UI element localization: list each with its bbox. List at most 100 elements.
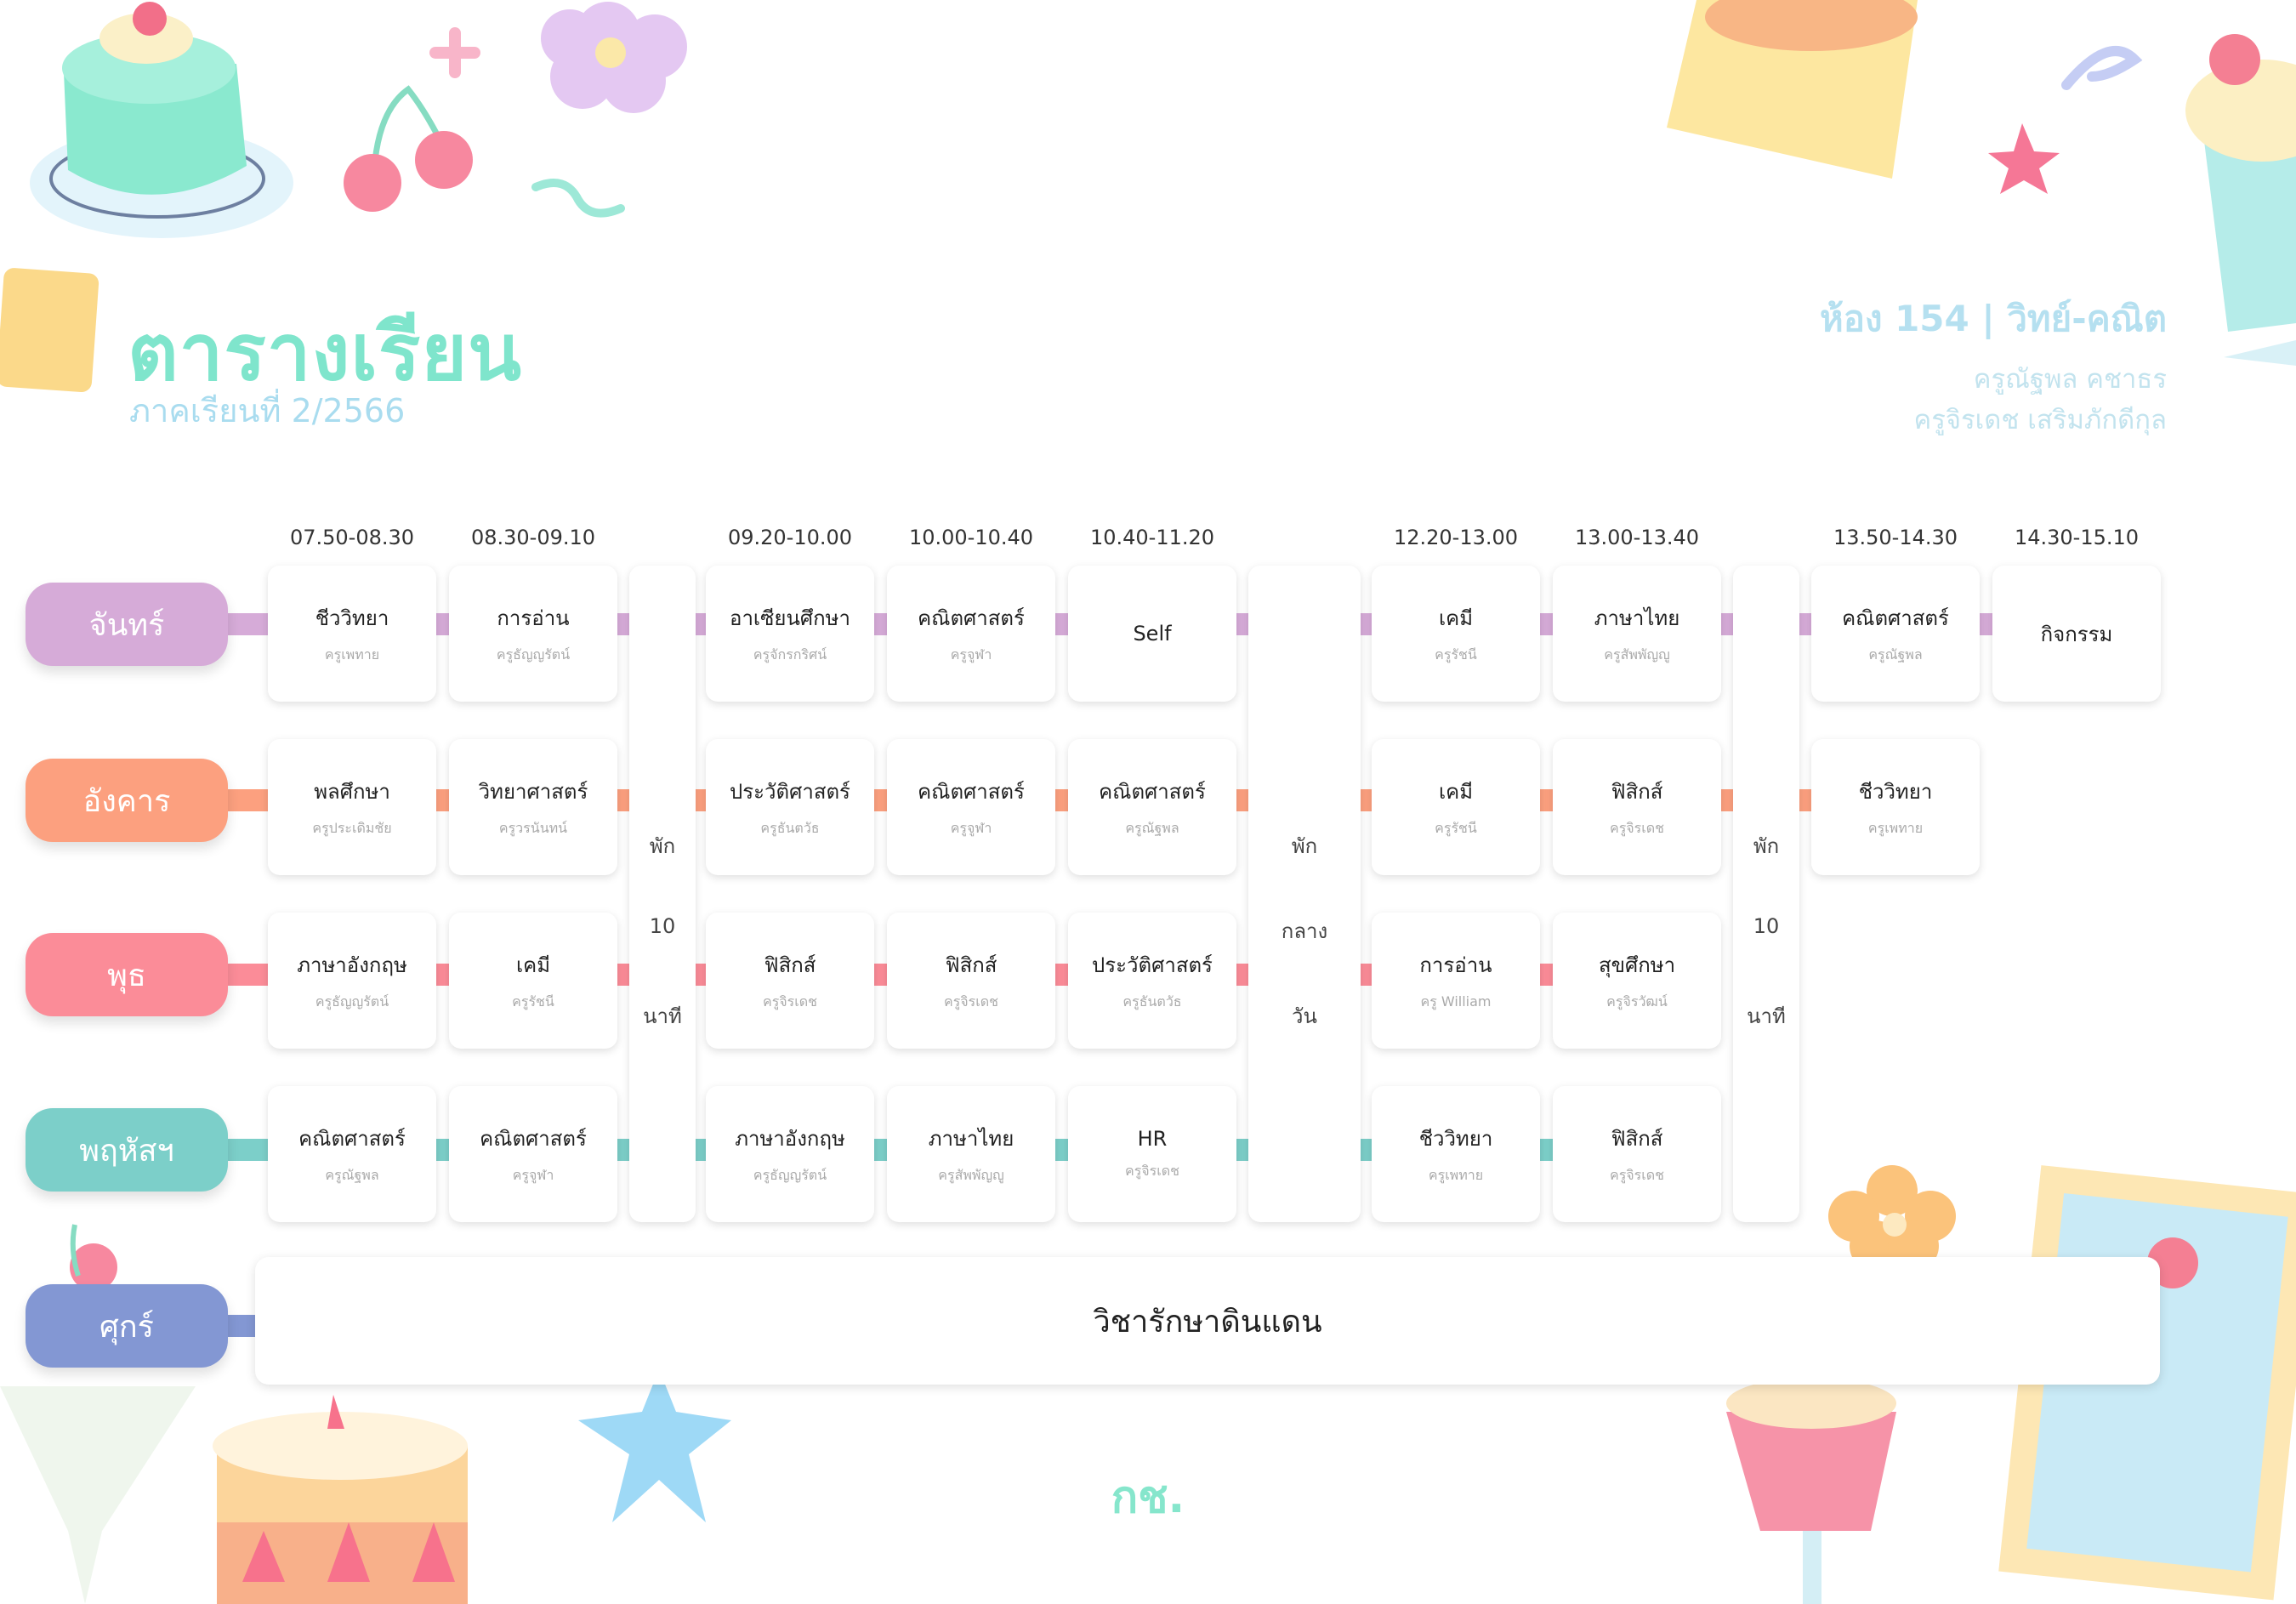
subject-name: ฟิสิกส์	[1611, 780, 1663, 804]
class-cell: ฟิสิกส์ครูจิรเดช	[1553, 1086, 1721, 1222]
break-column: พัก กลาง วัน	[1248, 566, 1361, 1222]
subject-name: คณิตศาสตร์	[480, 1127, 587, 1151]
subject-name: ฟิสิกส์	[1611, 1127, 1663, 1151]
subject-name: Self	[1133, 622, 1172, 646]
teacher-name: ครูธันตวัธ	[1122, 993, 1182, 1010]
teacher-name: ครูณัฐพล	[1868, 646, 1923, 663]
class-cell: คณิตศาสตร์ครูณัฐพล	[1068, 739, 1236, 875]
day-connector	[1980, 613, 1992, 635]
teacher-name: ครูณัฐพล	[1125, 820, 1179, 836]
class-cell: คณิตศาสตร์ครูณัฐพล	[1811, 566, 1980, 702]
time-slot-label: 14.30-15.10	[2014, 526, 2140, 549]
class-cell: ชีววิทยา ครูเพทาย	[268, 566, 436, 702]
class-cell: ภาษาอังกฤษ ครูธัญญรัตน์	[706, 1086, 874, 1222]
subject-name: คณิตศาสตร์	[298, 1127, 406, 1151]
day-connector	[1055, 1139, 1068, 1161]
teacher-name: ครูจูฬา	[950, 646, 992, 663]
class-cell: HR ครูจิรเดช	[1068, 1086, 1236, 1222]
teacher-name: ครูเพทาย	[1428, 1167, 1484, 1183]
subject-name: เคมี	[1438, 606, 1474, 630]
subject-name: พลศึกษา	[314, 780, 390, 804]
teacher-name: ครูรัชนี	[1435, 646, 1477, 663]
day-connector	[874, 789, 887, 811]
teacher-name: ครูจิรเดช	[1610, 1167, 1664, 1183]
day-connector	[1055, 613, 1068, 635]
subject-name: กิจกรรม	[2040, 622, 2113, 646]
class-cell: ชีววิทยา ครูเพทาย	[1811, 739, 1980, 875]
class-cell: ประวัติศาสตร์ครูธันตวัธ	[1068, 913, 1236, 1049]
day-label: ศุกร์	[26, 1284, 228, 1368]
day-connector	[436, 964, 449, 986]
subject-name: คณิตศาสตร์	[918, 780, 1025, 804]
subject-name: ประวัติศาสตร์	[730, 780, 850, 804]
time-slot-label: 10.00-10.40	[908, 526, 1034, 549]
subject-name: สุขศึกษา	[1598, 953, 1676, 977]
class-cell: พลศึกษา ครูประเดิมชัย	[268, 739, 436, 875]
class-cell: สุขศึกษา ครูจิรวัฒน์	[1553, 913, 1721, 1049]
subject-name: เคมี	[515, 953, 551, 977]
subject-name: ภาษาไทย	[928, 1127, 1014, 1151]
time-slot-label: 08.30-09.10	[470, 526, 596, 549]
day-connector	[874, 1139, 887, 1161]
class-cell: วิทยาศาสตร์ครูวรนันทน์	[449, 739, 617, 875]
subject-name: ฟิสิกส์	[945, 953, 997, 977]
time-slot-label: 10.40-11.20	[1089, 526, 1215, 549]
time-slot-label: 13.00-13.40	[1574, 526, 1700, 549]
subject-name: คณิตศาสตร์	[1842, 606, 1949, 630]
class-cell: ภาษาไทย ครูสัพพัญญู	[1553, 566, 1721, 702]
teacher-name: ครูธัญญรัตน์	[315, 993, 389, 1010]
subject-name: ประวัติศาสตร์	[1092, 953, 1213, 977]
teacher-name: ครูรัชนี	[1435, 820, 1477, 836]
subject-name: ภาษาไทย	[1594, 606, 1680, 630]
class-cell: เคมีครูรัชนี	[1372, 739, 1540, 875]
day-connector	[436, 789, 449, 811]
class-cell: การอ่าน ครูธัญญรัตน์	[449, 566, 617, 702]
class-cell: คณิตศาสตร์ครูจูฬา	[449, 1086, 617, 1222]
footer-signature: กช.	[1111, 1472, 1185, 1523]
class-cell: กิจกรรม	[1992, 566, 2161, 702]
teacher-name: ครูจักรกริศน์	[753, 646, 827, 663]
teacher-name: ครูจูฬา	[512, 1167, 554, 1183]
day-connector	[1540, 613, 1553, 635]
day-connector	[221, 964, 268, 986]
break-label: พัก	[649, 834, 676, 858]
subject-name: อาเซียนศึกษา	[730, 606, 850, 630]
teacher-name: ครูรัชนี	[512, 993, 554, 1010]
subject-name: เคมี	[1438, 780, 1474, 804]
teacher-name: ครูธัญญรัตน์	[496, 646, 571, 663]
room-label: ห้อง 154 | วิทย์-คณิต	[1820, 298, 2167, 339]
day-connector	[1540, 1139, 1553, 1161]
day-connector	[436, 613, 449, 635]
subject-name: คณิตศาสตร์	[918, 606, 1025, 630]
class-cell: ฟิสิกส์ ครูจิรเดช	[1553, 739, 1721, 875]
teacher-name: ครูธันตวัธ	[760, 820, 820, 836]
teacher-name: ครูสัพพัญญู	[938, 1167, 1004, 1183]
day-connector	[874, 613, 887, 635]
subject-name: การอ่าน	[1419, 953, 1492, 977]
break-column: พัก 10 นาที	[629, 566, 696, 1222]
subject-name: HR	[1137, 1126, 1168, 1151]
time-slot-label: 07.50-08.30	[289, 526, 415, 549]
teacher-name: ครูณัฐพล	[325, 1167, 379, 1183]
friday-subject-cell: วิชารักษาดินแดน	[255, 1257, 2160, 1385]
day-connector	[1540, 964, 1553, 986]
break-label: 10	[649, 914, 676, 938]
class-cell: เคมีครูรัชนี	[449, 913, 617, 1049]
day-label: พฤหัสฯ	[26, 1108, 228, 1192]
time-slot-label: 09.20-10.00	[727, 526, 853, 549]
teacher-name: ครูวรนันทน์	[498, 820, 568, 836]
day-connector	[221, 789, 268, 811]
teacher-name: ครูจิรเดช	[763, 993, 817, 1010]
class-cell: Self	[1068, 566, 1236, 702]
class-cell: ประวัติศาสตร์ครูธันตวัธ	[706, 739, 874, 875]
subject-name: วิทยาศาสตร์	[478, 780, 588, 804]
teacher-name: ครู William	[1420, 993, 1492, 1010]
subject-name: ภาษาอังกฤษ	[735, 1127, 845, 1151]
break-label: กลาง	[1281, 919, 1328, 943]
schedule-page: ตารางเรียน ภาคเรียนที่ 2/2566 ห้อง 154 |…	[0, 0, 2296, 1604]
day-label: จันทร์	[26, 583, 228, 666]
break-label: นาที	[643, 1004, 682, 1028]
class-cell: ฟิสิกส์ ครูจิรเดช	[706, 913, 874, 1049]
day-connector	[874, 964, 887, 986]
subject-name: คณิตศาสตร์	[1099, 780, 1206, 804]
